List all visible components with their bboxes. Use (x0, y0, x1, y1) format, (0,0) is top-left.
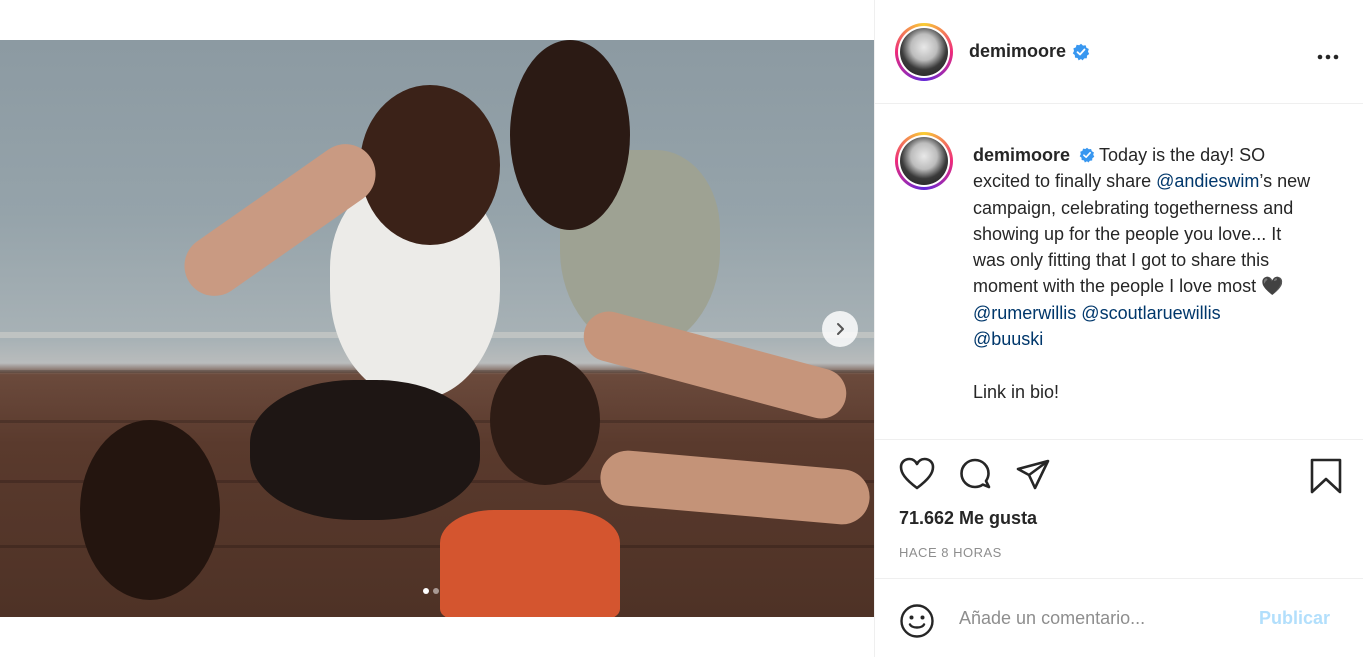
bookmark-icon (1310, 458, 1342, 494)
like-button[interactable] (899, 457, 935, 496)
mention-link[interactable]: @rumerwillis (973, 303, 1076, 323)
avatar[interactable] (895, 22, 953, 81)
caption-username[interactable]: demimoore (973, 145, 1070, 165)
comment-input[interactable] (957, 607, 1261, 630)
heart-emoji: 🖤 (1261, 276, 1284, 297)
verified-badge-icon (1079, 147, 1095, 163)
more-horizontal-icon (1317, 54, 1339, 60)
more-options-button[interactable] (1317, 40, 1339, 66)
post-timestamp[interactable]: HACE 8 HORAS (899, 545, 1002, 560)
person-hair (510, 40, 630, 230)
person-hair (360, 85, 500, 245)
likes-count[interactable]: 71.662 Me gusta (899, 508, 1037, 529)
action-bar (875, 441, 1363, 511)
heart-icon (899, 457, 935, 490)
orange-swimsuit-figure (440, 510, 620, 617)
mention-link[interactable]: @andieswim (1156, 171, 1259, 191)
limb-shape (598, 448, 872, 527)
carousel-indicator (423, 588, 439, 594)
caption-avatar[interactable] (895, 132, 953, 190)
comment-bar: Publicar (875, 578, 1363, 657)
save-button[interactable] (1309, 457, 1343, 500)
publish-button[interactable]: Publicar (1259, 608, 1330, 629)
emoji-button[interactable] (899, 603, 935, 644)
person-hair (490, 355, 600, 485)
verified-badge-icon (1072, 43, 1090, 60)
avatar-image (900, 27, 948, 76)
post-header: demimoore (875, 0, 1363, 104)
comment-icon (960, 458, 991, 489)
post-sidebar: demimoore demimoore Today is the day! SO… (874, 0, 1363, 657)
send-icon (1016, 459, 1050, 490)
mention-link[interactable]: @scoutlaruewillis (1081, 303, 1220, 323)
chevron-right-icon (837, 323, 844, 335)
post-media-area (0, 0, 874, 657)
carousel-dot (433, 588, 439, 594)
limb-shape (578, 305, 852, 425)
carousel-dot-active (423, 588, 429, 594)
header-username[interactable]: demimoore (969, 41, 1066, 62)
caption-text: demimoore Today is the day! SO excited t… (973, 142, 1313, 405)
black-swimsuit-figure (250, 380, 480, 520)
post-photo[interactable] (0, 40, 874, 617)
caption-link-text: Link in bio! (973, 381, 1060, 402)
mention-link[interactable]: @buuski (973, 329, 1043, 349)
share-button[interactable] (1015, 457, 1051, 498)
avatar-image (900, 137, 948, 185)
person-hair (80, 420, 220, 600)
comment-button[interactable] (957, 457, 993, 498)
emoji-icon (900, 604, 934, 638)
carousel-next-button[interactable] (822, 311, 858, 347)
caption-section: demimoore Today is the day! SO excited t… (875, 104, 1363, 440)
